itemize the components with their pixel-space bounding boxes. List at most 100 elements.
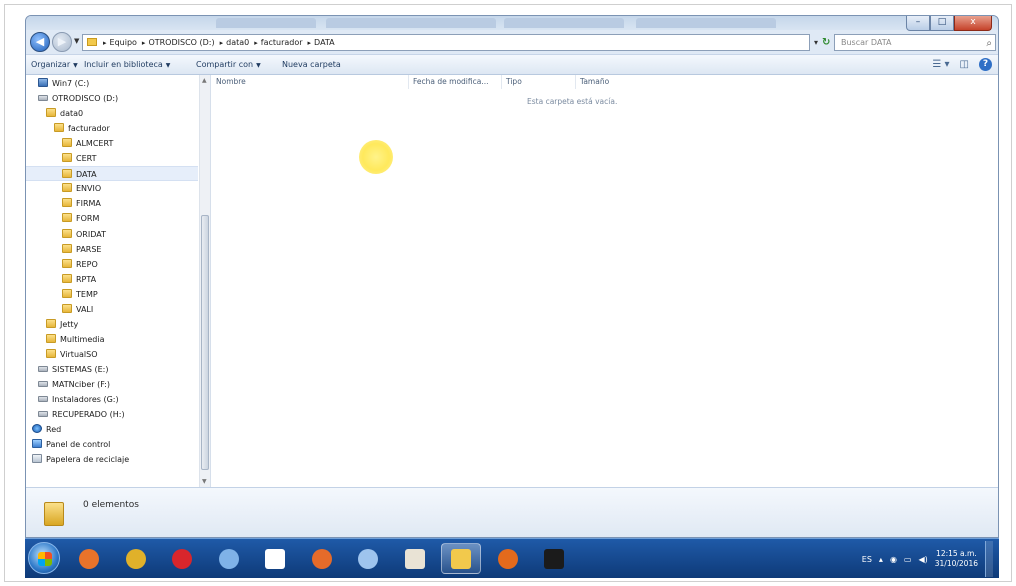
volume-icon[interactable]: ◀) — [918, 555, 927, 564]
preview-pane-icon[interactable]: ◫ — [960, 59, 969, 70]
nav-item-parse[interactable]: PARSE — [62, 242, 101, 257]
nav-item-red[interactable]: Red — [32, 422, 61, 437]
title-bar[interactable]: – □ x — [26, 16, 998, 31]
back-button[interactable]: ◀ — [30, 32, 50, 52]
search-icon[interactable]: ⌕ — [986, 36, 992, 51]
nav-item-almcert[interactable]: ALMCERT — [62, 136, 113, 151]
scroll-thumb[interactable] — [201, 215, 209, 470]
clock[interactable]: 12:15 a.m. 31/10/2016 — [935, 549, 978, 569]
taskbar-button-media-player[interactable] — [69, 543, 109, 574]
refresh-icon[interactable]: ↻ — [822, 37, 830, 48]
nav-item-temp[interactable]: TEMP — [62, 287, 98, 302]
content-area: Win7 (C:) OTRODISCO (D:) data0 facturador AL… — [26, 75, 998, 487]
view-options-icon[interactable]: ☰ ▾ — [932, 59, 949, 70]
forward-button[interactable]: ▶ — [52, 32, 72, 52]
folder-icon — [62, 213, 72, 223]
recent-pages-dropdown-icon[interactable]: ▼ — [74, 37, 79, 45]
nav-item-jetty[interactable]: Jetty — [46, 317, 78, 332]
share-button[interactable]: Compartir con ▼ — [196, 60, 261, 69]
nav-item-cert[interactable]: CERT — [62, 151, 97, 166]
nav-item-multimedia[interactable]: Multimedia — [46, 332, 104, 347]
nav-item-win7-c[interactable]: Win7 (C:) — [38, 76, 89, 91]
explorer-icon — [451, 548, 471, 569]
nav-item-otrodisco-d[interactable]: OTRODISCO (D:) — [38, 91, 118, 106]
nav-item-label: facturador — [68, 124, 110, 134]
taskbar-button-opera[interactable] — [162, 543, 202, 574]
maximize-button[interactable]: □ — [930, 16, 954, 31]
taskbar-button-cmd[interactable] — [534, 543, 574, 574]
nav-item-data0[interactable]: data0 — [46, 106, 83, 121]
breadcrumb-data0[interactable]: data0 — [226, 38, 249, 47]
app-blue-icon — [218, 548, 239, 569]
taskbar-button-chrome[interactable] — [116, 543, 156, 574]
search-input[interactable]: Buscar DATA ⌕ — [834, 34, 996, 51]
tray-expand-icon[interactable]: ▴ — [879, 555, 883, 564]
nav-item-papelera-de-reciclaje[interactable]: Papelera de reciclaje — [32, 452, 129, 467]
taskbar-button-app-blue[interactable] — [209, 543, 249, 574]
chrome-icon — [125, 548, 146, 569]
address-bar[interactable]: ▸ Equipo ▸ OTRODISCO (D:) ▸ data0 ▸ facturador ▸… — [82, 34, 810, 51]
start-button[interactable] — [28, 542, 60, 574]
nav-item-repo[interactable]: REPO — [62, 257, 98, 272]
nav-item-oridat[interactable]: ORIDAT — [62, 227, 106, 242]
help-icon[interactable]: ? — [979, 58, 992, 71]
nav-item-label: FIRMA — [76, 199, 101, 209]
nav-item-matnciber-f[interactable]: MATNciber (F:) — [38, 377, 110, 392]
column-header-name[interactable]: Nombre — [212, 75, 409, 89]
nav-item-virtualso[interactable]: VirtualSO — [46, 347, 98, 362]
taskbar-button-office[interactable] — [302, 543, 342, 574]
library-label: Incluir en biblioteca — [84, 60, 163, 69]
nav-item-recuperado-h[interactable]: RECUPERADO (H:) — [38, 407, 125, 422]
breadcrumb-otrodisco[interactable]: OTRODISCO (D:) — [148, 38, 214, 47]
close-button[interactable]: x — [954, 16, 992, 31]
column-header-date[interactable]: Fecha de modifica... — [409, 75, 502, 89]
recycle-bin-icon — [32, 454, 42, 464]
nav-item-label: RPTA — [76, 274, 97, 284]
column-header-type[interactable]: Tipo — [502, 75, 576, 89]
nav-item-panel-de-control[interactable]: Panel de control — [32, 437, 110, 452]
taskbar-button-postgres[interactable] — [255, 543, 295, 574]
explorer-window: – □ x ◀ ▶ ▼ ▸ Equipo ▸ OTRODISCO (D:) ▸ data0… — [25, 15, 999, 538]
language-indicator[interactable]: ES — [862, 555, 872, 564]
organize-button[interactable]: Organizar ▼ — [31, 60, 78, 69]
breadcrumb-facturador[interactable]: facturador — [261, 38, 303, 47]
breadcrumb-equipo[interactable]: Equipo — [110, 38, 137, 47]
column-type-label: Tipo — [506, 77, 522, 86]
taskbar-button-firefox[interactable] — [488, 543, 528, 574]
scroll-up-icon[interactable]: ▲ — [202, 77, 207, 84]
search-placeholder: Buscar DATA — [841, 38, 892, 47]
minimize-button[interactable]: – — [906, 16, 930, 31]
new-folder-button[interactable]: Nueva carpeta — [282, 60, 341, 69]
library-button[interactable]: Incluir en biblioteca ▼ — [84, 60, 170, 69]
taskbar-button-java[interactable] — [395, 543, 435, 574]
virtualbox-icon — [358, 548, 378, 569]
organize-label: Organizar — [31, 60, 71, 69]
nav-item-sistemas-e[interactable]: SISTEMAS (E:) — [38, 362, 108, 377]
address-dropdown-icon[interactable]: ▾ — [814, 38, 818, 47]
details-pane: 0 elementos — [26, 487, 998, 537]
nav-item-firma[interactable]: FIRMA — [62, 196, 101, 211]
drive-icon — [38, 411, 48, 418]
folder-icon — [46, 318, 56, 328]
os-drive-icon — [38, 78, 48, 87]
nav-item-rpta[interactable]: RPTA — [62, 272, 96, 287]
taskbar-button-explorer[interactable] — [441, 543, 481, 574]
battery-icon[interactable]: ▭ — [904, 555, 912, 564]
column-header-size[interactable]: Tamaño — [576, 75, 644, 89]
cursor-highlight — [359, 140, 393, 174]
command-bar: Organizar ▼ Incluir en biblioteca ▼ Compar… — [26, 54, 998, 75]
nav-item-form[interactable]: FORM — [62, 211, 99, 226]
nav-item-data[interactable]: DATA — [26, 166, 198, 182]
file-list[interactable]: Nombre Fecha de modifica... Tipo Tamaño … — [212, 75, 998, 487]
scroll-down-icon[interactable]: ▼ — [202, 478, 207, 485]
nav-item-facturador[interactable]: facturador — [54, 121, 110, 136]
taskbar-button-virtualbox[interactable] — [348, 543, 388, 574]
nav-item-instaladores-g[interactable]: Instaladores (G:) — [38, 392, 119, 407]
breadcrumb-data[interactable]: DATA — [314, 38, 335, 47]
show-desktop-button[interactable] — [985, 541, 993, 577]
nav-item-label: Jetty — [60, 319, 79, 329]
nav-item-envio[interactable]: ENVIO — [62, 181, 101, 196]
nav-item-vali[interactable]: VALI — [62, 302, 93, 317]
network-tray-icon[interactable]: ◉ — [890, 555, 897, 564]
nav-scrollbar[interactable]: ▲ ▼ — [199, 75, 210, 487]
